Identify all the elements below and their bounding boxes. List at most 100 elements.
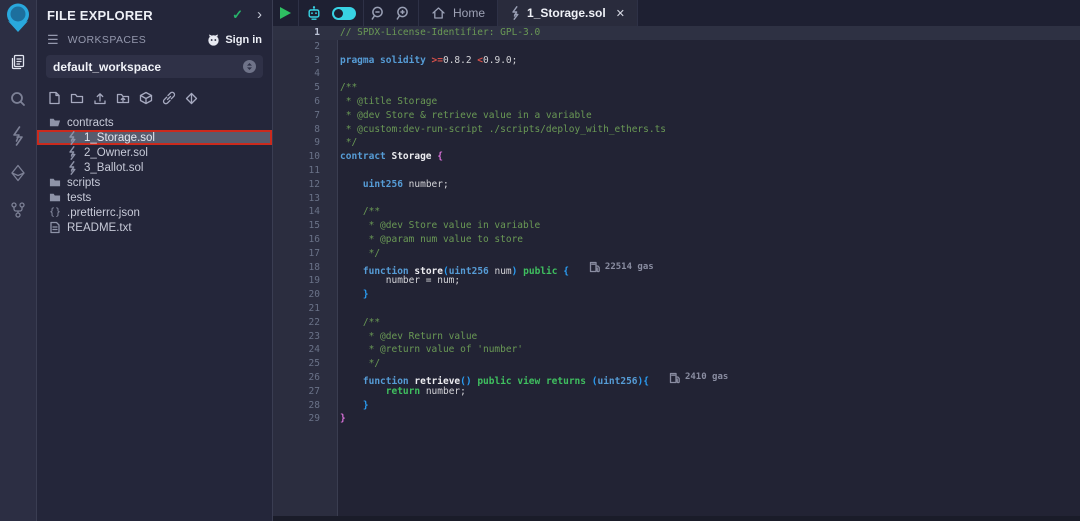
code-text: * @dev Store value in variable	[337, 219, 540, 233]
code-line-18[interactable]: 18 function store(uint256 num) public {2…	[273, 261, 1080, 275]
new-folder-icon[interactable]	[70, 92, 84, 105]
code-text: pragma solidity >=0.8.2 <0.9.0;	[337, 54, 517, 68]
tab-label: Home	[453, 6, 485, 20]
code-line-4[interactable]: 4	[273, 67, 1080, 81]
code-line-15[interactable]: 15 * @dev Store value in variable	[273, 219, 1080, 233]
check-icon[interactable]: ✓	[232, 7, 243, 23]
solidity-compiler-icon[interactable]	[0, 117, 37, 154]
line-number: 20	[273, 288, 337, 302]
line-number: 17	[273, 247, 337, 261]
solidity-icon	[66, 131, 78, 145]
line-number: 24	[273, 343, 337, 357]
upload-files-icon[interactable]	[93, 92, 107, 105]
code-line-1[interactable]: 1// SPDX-License-Identifier: GPL-3.0	[273, 26, 1080, 40]
code-line-10[interactable]: 10contract Storage {	[273, 150, 1080, 164]
tab-label: 1_Storage.sol	[527, 6, 606, 20]
tree-item-1-storage-sol[interactable]: 1_Storage.sol	[37, 130, 272, 145]
link-icon[interactable]	[162, 91, 176, 105]
code-line-26[interactable]: 26 function retrieve() public view retur…	[273, 371, 1080, 385]
line-number: 23	[273, 330, 337, 344]
copilot-toggle[interactable]	[332, 7, 356, 20]
code-line-11[interactable]: 11	[273, 164, 1080, 178]
code-text: * @return value of 'number'	[337, 343, 523, 357]
line-number: 13	[273, 192, 337, 206]
code-line-5[interactable]: 5/**	[273, 81, 1080, 95]
code-editor[interactable]: 1// SPDX-License-Identifier: GPL-3.023pr…	[273, 26, 1080, 521]
zoom-out-icon[interactable]	[371, 6, 386, 21]
code-line-3[interactable]: 3pragma solidity >=0.8.2 <0.9.0;	[273, 54, 1080, 68]
code-line-29[interactable]: 29}	[273, 412, 1080, 426]
tree-item-tests[interactable]: tests	[37, 190, 272, 205]
deploy-run-icon[interactable]	[0, 154, 37, 191]
gas-estimate-value: 2410 gas	[685, 371, 728, 385]
code-line-2[interactable]: 2	[273, 40, 1080, 54]
chevron-right-icon[interactable]: ›	[257, 10, 262, 20]
line-number: 9	[273, 136, 337, 150]
code-line-14[interactable]: 14 /**	[273, 205, 1080, 219]
remix-logo-icon[interactable]	[4, 3, 32, 33]
tree-item-2-owner-sol[interactable]: 2_Owner.sol	[37, 145, 272, 160]
file-name: README.txt	[67, 222, 132, 234]
code-text: }	[337, 288, 369, 302]
code-line-23[interactable]: 23 * @dev Return value	[273, 330, 1080, 344]
tree-item-3-ballot-sol[interactable]: 3_Ballot.sol	[37, 160, 272, 175]
code-line-9[interactable]: 9 */	[273, 136, 1080, 150]
code-line-17[interactable]: 17 */	[273, 247, 1080, 261]
new-file-icon[interactable]	[48, 91, 61, 105]
line-number: 2	[273, 40, 337, 54]
file-tree: contracts1_Storage.sol2_Owner.sol3_Ballo…	[37, 115, 272, 235]
line-number: 10	[273, 150, 337, 164]
tree-item-contracts[interactable]: contracts	[37, 115, 272, 130]
line-number: 5	[273, 81, 337, 95]
code-line-27[interactable]: 27 return number;	[273, 385, 1080, 399]
zoom-in-icon[interactable]	[396, 6, 411, 21]
code-line-6[interactable]: 6 * @title Storage	[273, 95, 1080, 109]
code-text	[337, 67, 340, 81]
code-line-16[interactable]: 16 * @param num value to store	[273, 233, 1080, 247]
gas-estimate-badge: 22514 gas	[589, 261, 654, 275]
code-line-19[interactable]: 19 number = num;	[273, 274, 1080, 288]
file-explorer-panel: FILE EXPLORER ✓ › ☰ WORKSPACES Sign in	[37, 0, 273, 521]
code-text: /**	[337, 205, 380, 219]
cube-icon[interactable]	[139, 91, 153, 105]
code-text: number = num;	[337, 274, 460, 288]
file-icon	[49, 221, 61, 234]
workspaces-row: ☰ WORKSPACES Sign in	[37, 26, 272, 50]
code-line-20[interactable]: 20 }	[273, 288, 1080, 302]
code-line-8[interactable]: 8 * @custom:dev-run-script ./scripts/dep…	[273, 123, 1080, 137]
ai-copilot-icon[interactable]	[306, 5, 322, 21]
diamond-icon[interactable]	[185, 92, 198, 105]
code-line-12[interactable]: 12 uint256 number;	[273, 178, 1080, 192]
workspaces-menu-icon[interactable]: ☰	[47, 32, 59, 48]
code-line-13[interactable]: 13	[273, 192, 1080, 206]
file-explorer-icon[interactable]	[0, 43, 37, 80]
tree-item-readme-txt[interactable]: README.txt	[37, 220, 272, 235]
upload-folder-icon[interactable]	[116, 92, 130, 105]
code-line-7[interactable]: 7 * @dev Store & retrieve value in a var…	[273, 109, 1080, 123]
code-line-21[interactable]: 21	[273, 302, 1080, 316]
code-line-25[interactable]: 25 */	[273, 357, 1080, 371]
run-script-button[interactable]	[280, 7, 291, 19]
sign-in-label: Sign in	[225, 34, 262, 46]
code-line-22[interactable]: 22 /**	[273, 316, 1080, 330]
tree-item-scripts[interactable]: scripts	[37, 175, 272, 190]
tab-home[interactable]: Home	[419, 0, 498, 26]
line-number: 1	[273, 26, 337, 40]
workspace-select[interactable]: default_workspace	[46, 55, 263, 78]
line-number: 25	[273, 357, 337, 371]
code-line-24[interactable]: 24 * @return value of 'number'	[273, 343, 1080, 357]
line-number: 16	[273, 233, 337, 247]
tab-1-storage-sol[interactable]: 1_Storage.sol ✕	[498, 0, 638, 26]
editor-bottom-strip	[273, 516, 1080, 521]
code-text: */	[337, 136, 357, 150]
code-text: uint256 number;	[337, 178, 449, 192]
tree-item--prettierrc-json[interactable]: {}.prettierrc.json	[37, 205, 272, 220]
code-line-28[interactable]: 28 }	[273, 399, 1080, 413]
close-icon[interactable]: ✕	[616, 7, 625, 20]
file-explorer-header: FILE EXPLORER ✓ ›	[37, 0, 272, 26]
file-name: contracts	[67, 117, 114, 129]
git-icon[interactable]	[0, 191, 37, 228]
search-icon[interactable]	[0, 80, 37, 117]
code-text: function store(uint256 num) public {2251…	[337, 261, 654, 275]
github-sign-in-button[interactable]: Sign in	[207, 34, 262, 46]
